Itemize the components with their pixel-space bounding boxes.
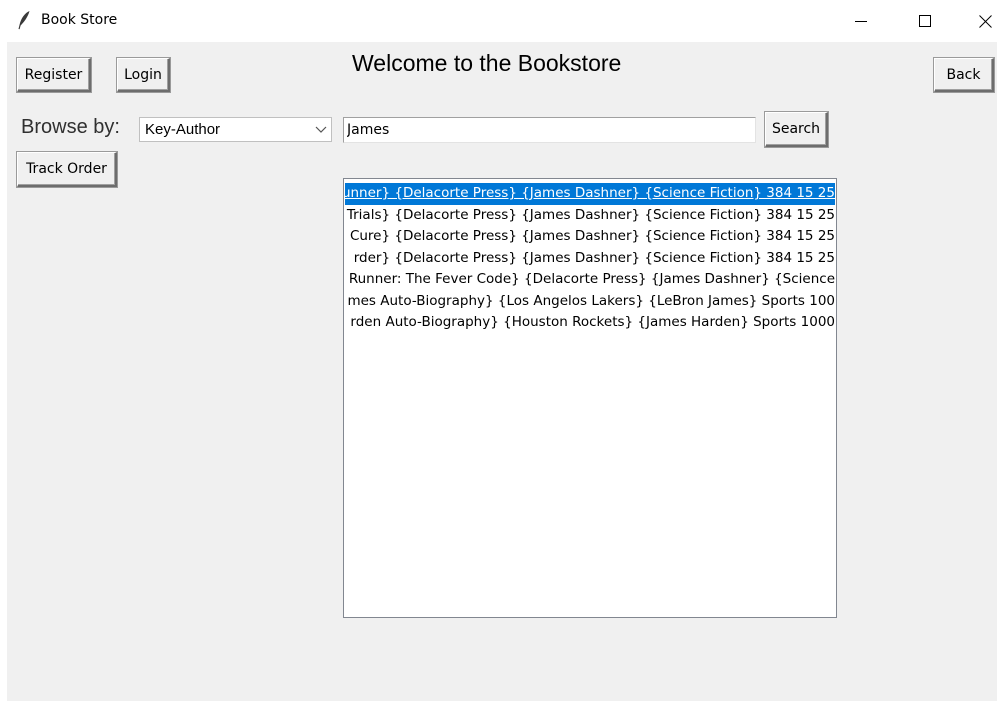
track-order-button[interactable]: Track Order — [17, 152, 117, 187]
results-list: Runner} {Delacorte Press} {James Dashner… — [345, 183, 835, 334]
list-item-text: Runner: The Fever Code} {Delacorte Press… — [348, 271, 835, 287]
search-input[interactable] — [343, 117, 756, 143]
results-listbox[interactable]: Runner} {Delacorte Press} {James Dashner… — [343, 178, 837, 618]
browse-by-label: Browse by: — [21, 116, 120, 138]
close-button[interactable] — [962, 0, 997, 42]
list-item-text: mes Auto-Biography} {Los Angelos Lakers}… — [347, 292, 835, 309]
list-item-text: Runner} {Delacorte Press} {James Dashner… — [345, 185, 835, 201]
login-button[interactable]: Login — [117, 58, 170, 92]
register-button[interactable]: Register — [17, 58, 91, 92]
minimize-icon — [855, 21, 867, 22]
list-item-text: rder} {Delacorte Press} {James Dashner} … — [353, 249, 835, 266]
chevron-down-icon — [315, 126, 327, 133]
back-button[interactable]: Back — [934, 58, 994, 92]
list-item-text: Cure} {Delacorte Press} {James Dashner} … — [349, 228, 835, 244]
close-icon — [978, 14, 992, 28]
list-item[interactable]: rder} {Delacorte Press} {James Dashner} … — [345, 248, 835, 270]
list-item[interactable]: Runner} {Delacorte Press} {James Dashner… — [345, 183, 835, 205]
browse-by-dropdown[interactable]: Key-Author — [139, 117, 332, 142]
maximize-icon — [919, 15, 931, 27]
list-item[interactable]: mes Auto-Biography} {Los Angelos Lakers}… — [345, 291, 835, 313]
feather-icon — [18, 11, 30, 30]
page-title: Welcome to the Bookstore — [352, 50, 622, 76]
minimize-button[interactable] — [838, 0, 884, 42]
window-title: Book Store — [41, 12, 118, 28]
title-bar[interactable]: Book Store — [0, 0, 997, 42]
app-window: Book Store Register Login Welcome to the… — [0, 0, 997, 701]
list-item[interactable]: n Trials} {Delacorte Press} {James Dashn… — [345, 205, 835, 227]
list-item[interactable]: rden Auto-Biography} {Houston Rockets} {… — [345, 312, 835, 334]
maximize-button[interactable] — [902, 0, 948, 42]
search-button[interactable]: Search — [765, 112, 828, 147]
list-item-text: rden Auto-Biography} {Houston Rockets} {… — [350, 314, 835, 330]
list-item-text: n Trials} {Delacorte Press} {James Dashn… — [345, 206, 835, 223]
list-item[interactable]: Runner: The Fever Code} {Delacorte Press… — [345, 269, 835, 291]
browse-by-selected: Key-Author — [145, 121, 221, 138]
list-item[interactable]: Cure} {Delacorte Press} {James Dashner} … — [345, 226, 835, 248]
